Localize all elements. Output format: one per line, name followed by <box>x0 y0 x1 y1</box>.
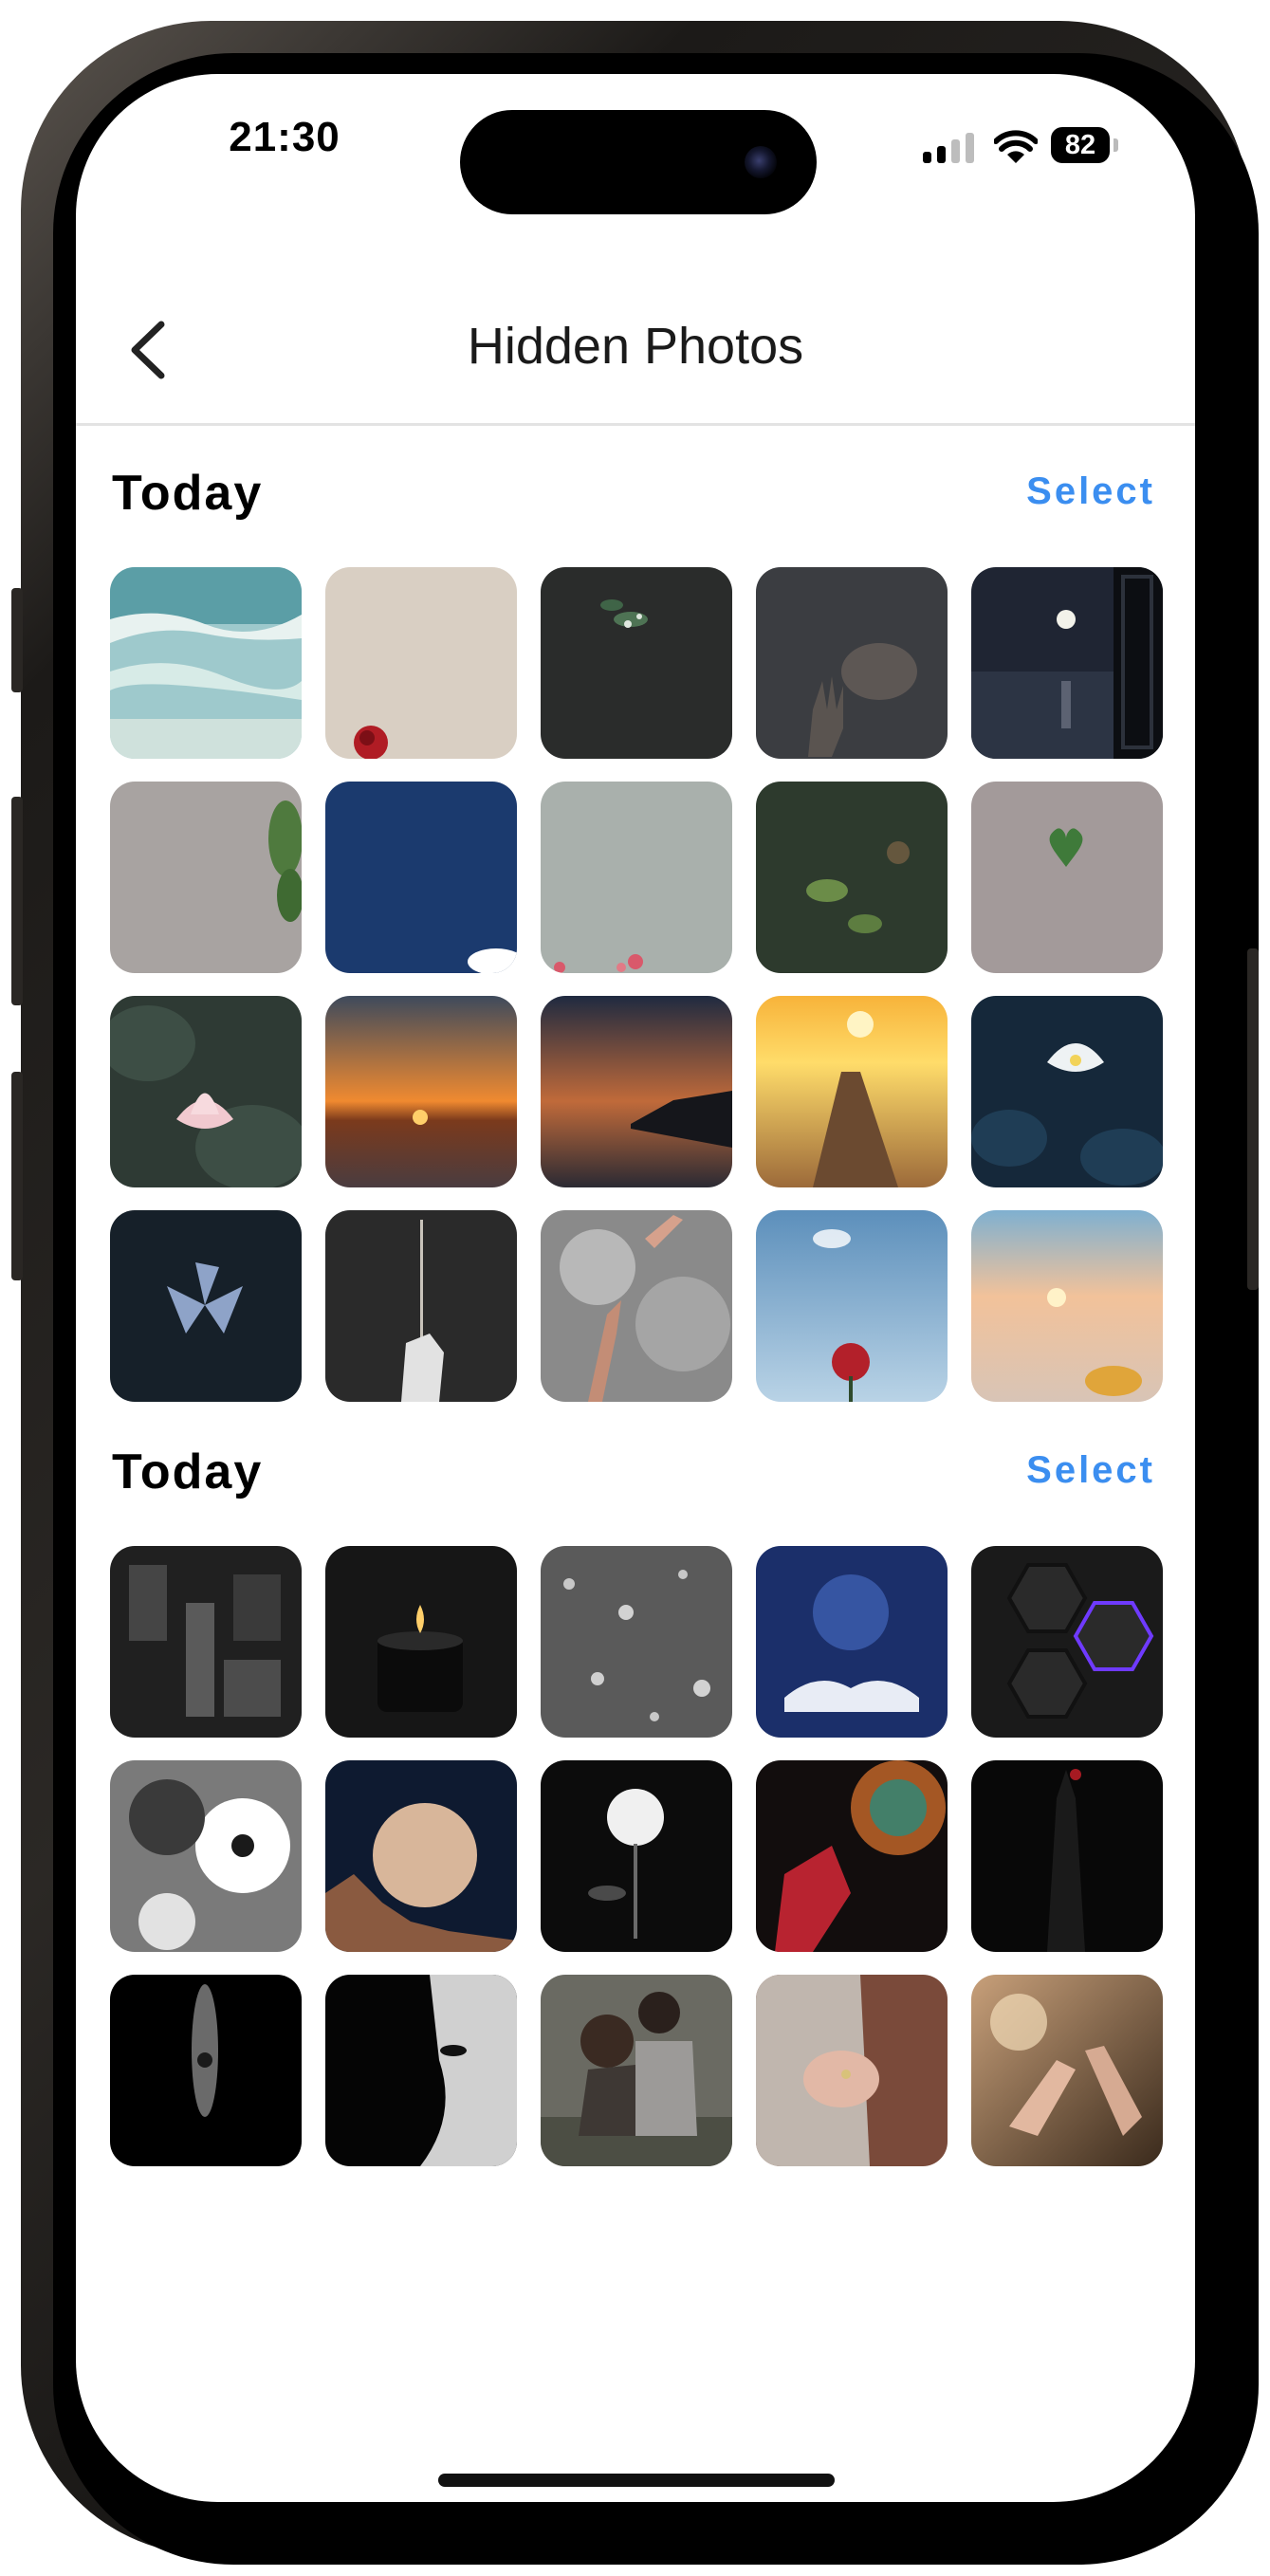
photo-thumbnail-hands-touching[interactable] <box>971 1975 1163 2166</box>
screen: 21:30 82 Hidden Photos Today Select Toda… <box>76 74 1195 2502</box>
photo-thumbnail-white-rose-dark[interactable] <box>541 1760 732 1952</box>
photo-thumbnail-city-aerial-bw[interactable] <box>110 1546 302 1738</box>
navigation-bar: Hidden Photos <box>76 264 1195 426</box>
photo-thumbnail-hand-holding-stem[interactable] <box>325 1210 517 1402</box>
photo-thumbnail-daisies-bw[interactable] <box>110 1760 302 1952</box>
photo-thumbnail-blue-flower-dark[interactable] <box>110 1210 302 1402</box>
photo-thumbnail-full-moon-cliffs[interactable] <box>325 1760 517 1952</box>
page-title: Hidden Photos <box>467 318 804 375</box>
photo-thumbnail-moon-over-water[interactable] <box>971 567 1163 759</box>
photo-thumbnail-green-leaf-bokeh[interactable] <box>756 782 948 973</box>
photo-thumbnail-purple-hexagons[interactable] <box>971 1546 1163 1738</box>
cellular-signal-icon <box>923 133 976 163</box>
photo-thumbnail-rain-drops[interactable] <box>541 1546 732 1738</box>
photo-thumbnail-dusk-coast[interactable] <box>541 996 732 1187</box>
status-bar: 21:30 82 <box>76 74 1195 216</box>
dynamic-island <box>460 110 817 214</box>
photo-thumbnail-blue-sky-cloud[interactable] <box>325 782 517 973</box>
wifi-icon <box>994 130 1038 163</box>
photo-thumbnail-dark-leaves[interactable] <box>541 567 732 759</box>
action-button <box>11 588 23 692</box>
photo-thumbnail-gray-wall-ivy[interactable] <box>110 782 302 973</box>
photo-thumbnail-face-in-shadow[interactable] <box>325 1975 517 2166</box>
photo-thumbnail-candle-jar[interactable] <box>325 1546 517 1738</box>
photo-thumbnail-gray-pink-flowers[interactable] <box>541 782 732 973</box>
photo-grid-today-2 <box>110 1546 1163 2166</box>
photo-thumbnail-mandala-figure[interactable] <box>756 1760 948 1952</box>
section-title: Today <box>112 1444 264 1500</box>
home-indicator[interactable] <box>438 2474 835 2487</box>
photo-thumbnail-orange-sunset-sea[interactable] <box>325 996 517 1187</box>
volume-down-button <box>11 1072 23 1280</box>
select-button[interactable]: Select <box>1026 470 1155 513</box>
photo-thumbnail-rose-on-beige[interactable] <box>325 567 517 759</box>
photo-thumbnail-sunset-pier[interactable] <box>756 996 948 1187</box>
volume-up-button <box>11 797 23 1005</box>
photo-thumbnail-eye-in-shadow[interactable] <box>110 1975 302 2166</box>
photo-thumbnail-heart-leaf[interactable] <box>971 782 1163 973</box>
front-camera-icon <box>745 146 777 178</box>
battery-nub <box>1114 138 1118 152</box>
section-header-2: Today Select <box>112 1444 1155 1510</box>
photo-thumbnail-hands-clouds[interactable] <box>541 1210 732 1402</box>
status-time: 21:30 <box>229 114 341 160</box>
photo-thumbnail-glowing-book[interactable] <box>756 1546 948 1738</box>
photo-thumbnail-couple-sitting[interactable] <box>541 1975 732 2166</box>
photo-thumbnail-holding-hands[interactable] <box>756 1975 948 2166</box>
photo-thumbnail-ocean-waves[interactable] <box>110 567 302 759</box>
photo-thumbnail-hand-in-smoke[interactable] <box>756 567 948 759</box>
section-header-1: Today Select <box>112 465 1155 531</box>
section-title: Today <box>112 466 264 521</box>
photo-thumbnail-white-lotus-dark[interactable] <box>971 996 1163 1187</box>
photo-thumbnail-beach-sunset-bottle[interactable] <box>971 1210 1163 1402</box>
photo-thumbnail-rose-blue-sky[interactable] <box>756 1210 948 1402</box>
photo-grid-today-1 <box>110 567 1163 1402</box>
photo-thumbnail-pink-lotus[interactable] <box>110 996 302 1187</box>
photo-thumbnail-dark-silhouette[interactable] <box>971 1760 1163 1952</box>
battery-icon: 82 <box>1051 127 1110 163</box>
power-button <box>1247 948 1259 1290</box>
select-button[interactable]: Select <box>1026 1449 1155 1492</box>
